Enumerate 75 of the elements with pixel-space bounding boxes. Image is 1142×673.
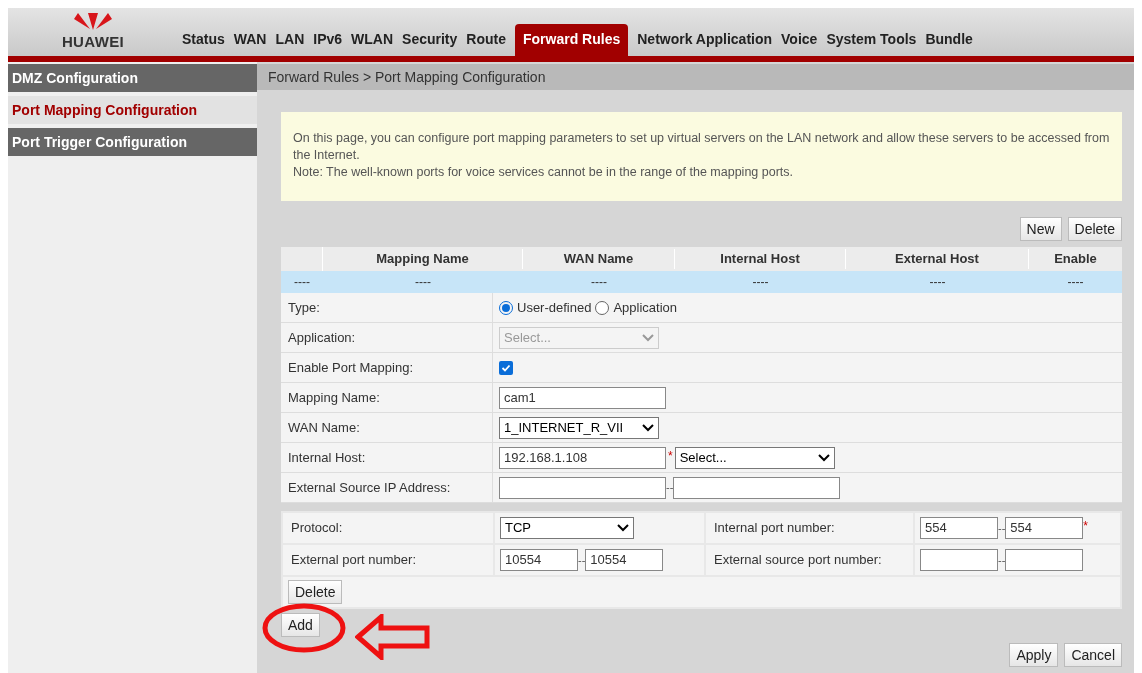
nav-tab[interactable]: Forward Rules xyxy=(515,24,629,56)
dropdown[interactable]: Select... xyxy=(674,446,835,469)
input-field[interactable]: 554 xyxy=(1005,517,1084,539)
form-label: Internal port number: xyxy=(706,513,913,543)
cancel-button[interactable]: Cancel xyxy=(1064,643,1122,667)
input-field[interactable] xyxy=(1005,549,1084,571)
chevron-down-icon xyxy=(642,333,654,342)
apply-button[interactable]: Apply xyxy=(1009,643,1059,667)
nav-tab[interactable]: IPv6 xyxy=(309,24,347,56)
form-label: Type: xyxy=(281,293,493,322)
add-button[interactable]: Add xyxy=(281,613,320,637)
logo-text: HUAWEI xyxy=(61,31,125,52)
required-mark: * xyxy=(668,447,673,465)
sidebar-item[interactable]: Port Mapping Configuration xyxy=(8,96,257,124)
form-label: Enable Port Mapping: xyxy=(281,353,493,382)
table-cell-text: ---- xyxy=(751,274,770,291)
range-dash: -- xyxy=(666,480,674,496)
check-icon xyxy=(501,362,511,373)
column-header: WAN Name xyxy=(523,249,675,269)
range-dash: -- xyxy=(578,552,586,568)
input-field[interactable]: 10554 xyxy=(500,549,578,571)
input-field[interactable]: cam1 xyxy=(499,386,666,409)
nav-tab[interactable]: Voice xyxy=(777,24,822,56)
input-field[interactable] xyxy=(499,476,666,499)
radio-option[interactable]: Application xyxy=(595,297,678,318)
new-button[interactable]: New xyxy=(1019,217,1062,241)
nav-tab[interactable]: Route xyxy=(462,24,510,56)
nav-tab[interactable]: WAN xyxy=(229,24,271,56)
form-label: External Source IP Address: xyxy=(281,473,493,502)
form-label: Protocol: xyxy=(283,513,493,543)
breadcrumb: Forward Rules > Port Mapping Configuration xyxy=(257,64,1134,90)
form-label: Mapping Name: xyxy=(281,383,493,412)
nav-tab[interactable]: Network Application xyxy=(633,24,777,56)
nav-tab[interactable]: LAN xyxy=(271,24,309,56)
chevron-down-icon xyxy=(617,524,629,532)
input-field[interactable]: 10554 xyxy=(585,549,664,571)
chevron-down-icon xyxy=(642,423,654,432)
form-label: WAN Name: xyxy=(281,413,493,442)
column-header: Mapping Name xyxy=(323,249,523,269)
column-header: Enable xyxy=(1053,250,1098,269)
nav-tab[interactable]: Status xyxy=(178,24,229,56)
delete-button[interactable]: Delete xyxy=(1067,217,1122,241)
table-cell-text: ---- xyxy=(1066,274,1085,291)
arrow-icon xyxy=(355,614,430,660)
required-mark: * xyxy=(1083,518,1088,535)
form-label: Application: xyxy=(281,323,493,352)
column-header: External Host xyxy=(846,249,1029,269)
radio-option[interactable]: User-defined xyxy=(499,297,592,318)
form-label: Internal Host: xyxy=(281,443,493,472)
input-field[interactable] xyxy=(920,549,998,571)
form-label: External source port number: xyxy=(706,545,913,575)
nav-tab[interactable]: Bundle xyxy=(921,24,977,56)
input-field[interactable]: 554 xyxy=(920,517,998,539)
notice-text: On this page, you can configure port mapping parameters to set up virtual servers on the LAN network and allow these servers to be accessed from the Internet. xyxy=(293,130,1110,164)
notice-note: Note: The well-known ports for voice services cannot be in the range of the mapping ports. xyxy=(293,164,795,181)
column-header: Internal Host xyxy=(675,249,846,269)
table-cell-text: ---- xyxy=(590,274,608,291)
sidebar-item[interactable]: Port Trigger Configuration xyxy=(8,128,257,156)
delete-button[interactable]: Delete xyxy=(288,580,343,604)
nav-tab[interactable]: WLAN xyxy=(347,24,398,56)
form-label: External port number: xyxy=(283,545,493,575)
range-dash: -- xyxy=(998,552,1006,568)
nav-tab[interactable]: System Tools xyxy=(822,24,921,56)
dropdown[interactable]: 1_INTERNET_R_VII xyxy=(499,416,659,439)
input-field[interactable]: 192.168.1.108 xyxy=(499,446,666,469)
chevron-down-icon xyxy=(817,453,830,462)
table-cell-text: ---- xyxy=(414,274,432,291)
range-dash: -- xyxy=(998,520,1006,536)
checkbox[interactable] xyxy=(499,360,513,375)
sidebar-item[interactable]: DMZ Configuration xyxy=(8,64,257,92)
table-cell-text: ---- xyxy=(293,274,311,291)
input-field[interactable] xyxy=(673,476,841,499)
dropdown[interactable]: TCP xyxy=(500,517,634,539)
nav-tab[interactable]: Security xyxy=(398,24,462,56)
table-cell-text: ---- xyxy=(928,274,947,291)
